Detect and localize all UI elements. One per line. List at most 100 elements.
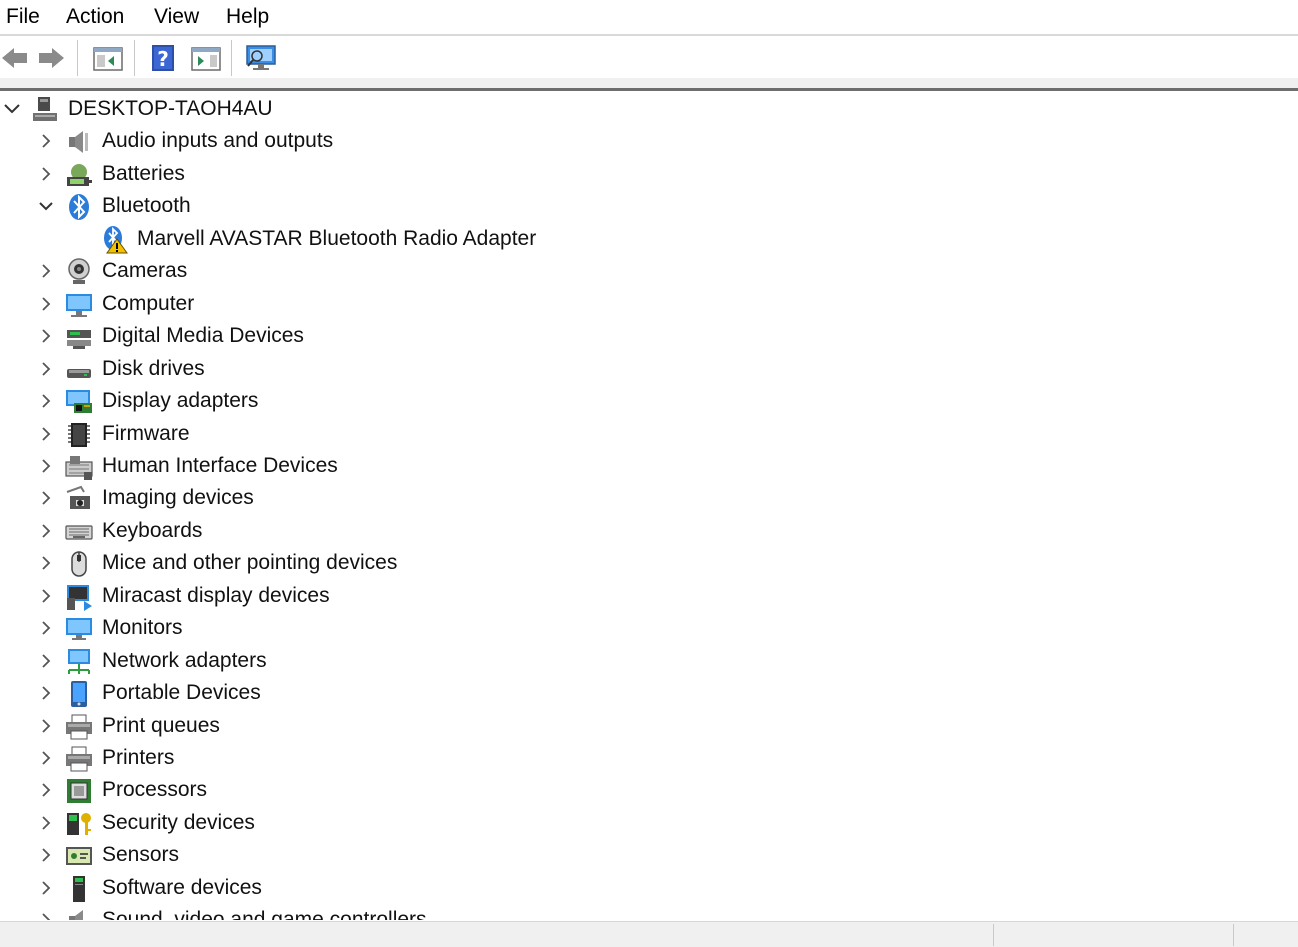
chevron-right-icon[interactable] [36, 424, 56, 444]
tree-category-sound-video-and-game-controllers[interactable]: Sound, video and game controllers [0, 904, 1298, 920]
tree-category-display-adapters[interactable]: Display adapters [0, 385, 1298, 417]
chevron-right-icon[interactable] [36, 261, 56, 281]
tree-category-label: Firmware [102, 422, 190, 445]
tree-category-label: Portable Devices [102, 681, 261, 704]
chevron-right-icon[interactable] [36, 586, 56, 606]
chevron-right-icon[interactable] [36, 683, 56, 703]
media-device-icon [64, 322, 94, 352]
tree-category-label: Display adapters [102, 389, 259, 412]
print-queue-icon [64, 712, 94, 742]
forward-icon[interactable] [36, 42, 68, 74]
chevron-right-icon[interactable] [36, 294, 56, 314]
miracast-icon [64, 582, 94, 612]
tree-category-imaging-devices[interactable]: Imaging devices [0, 482, 1298, 514]
tree-category-digital-media-devices[interactable]: Digital Media Devices [0, 320, 1298, 352]
tree-category-audio-inputs-and-outputs[interactable]: Audio inputs and outputs [0, 125, 1298, 157]
tree-category-label: Software devices [102, 876, 262, 899]
tree-category-label: Imaging devices [102, 486, 254, 509]
toolbar: ? [0, 36, 1298, 78]
chevron-right-icon[interactable] [36, 618, 56, 638]
tree-category-keyboards[interactable]: Keyboards [0, 515, 1298, 547]
tree-category-cameras[interactable]: Cameras [0, 255, 1298, 287]
hid-icon [64, 452, 94, 482]
tree-category-software-devices[interactable]: Software devices [0, 872, 1298, 904]
chevron-right-icon[interactable] [36, 910, 56, 920]
tree-category-disk-drives[interactable]: Disk drives [0, 353, 1298, 385]
tree-category-miracast-display-devices[interactable]: Miracast display devices [0, 580, 1298, 612]
tree-category-network-adapters[interactable]: Network adapters [0, 645, 1298, 677]
menu-action[interactable]: Action [66, 4, 124, 30]
tree-category-printers[interactable]: Printers [0, 742, 1298, 774]
tree-category-label: Monitors [102, 616, 183, 639]
tree-category-label: Bluetooth [102, 194, 191, 217]
chevron-down-icon[interactable] [36, 196, 56, 216]
chevron-right-icon[interactable] [36, 359, 56, 379]
scan-hardware-icon[interactable] [244, 42, 276, 74]
sound-controller-icon [64, 906, 94, 920]
tree-category-label: Processors [102, 778, 208, 801]
tree-category-human-interface-devices[interactable]: Human Interface Devices [0, 450, 1298, 482]
tree-category-label: Disk drives [102, 357, 205, 380]
chevron-right-icon[interactable] [36, 780, 56, 800]
tree-device-label: Marvell AVASTAR Bluetooth Radio Adapter [137, 227, 537, 250]
chevron-right-icon[interactable] [36, 878, 56, 898]
processor-icon [64, 776, 94, 806]
chevron-right-icon[interactable] [36, 488, 56, 508]
tree-category-label: Network adapters [102, 649, 267, 672]
toolbar-separator [77, 40, 78, 76]
sensor-icon [64, 841, 94, 871]
tree-category-batteries[interactable]: Batteries [0, 158, 1298, 190]
back-icon[interactable] [0, 42, 32, 74]
device-tree: DESKTOP-TAOH4AU Audio inputs and outputs… [0, 92, 1298, 920]
tree-category-monitors[interactable]: Monitors [0, 612, 1298, 644]
tree-device-bluetooth-adapter[interactable]: Marvell AVASTAR Bluetooth Radio Adapter [0, 223, 1298, 255]
chevron-right-icon[interactable] [36, 716, 56, 736]
speaker-icon [64, 127, 94, 157]
chevron-right-icon[interactable] [36, 748, 56, 768]
tree-category-label: Mice and other pointing devices [102, 551, 398, 574]
menu-file[interactable]: File [6, 4, 40, 30]
chevron-right-icon[interactable] [36, 521, 56, 541]
chevron-right-icon[interactable] [36, 164, 56, 184]
tree-category-sensors[interactable]: Sensors [0, 839, 1298, 871]
tree-category-firmware[interactable]: Firmware [0, 418, 1298, 450]
status-bar-separator [993, 924, 994, 946]
status-bar-separator [1233, 924, 1234, 946]
mouse-icon [64, 549, 94, 579]
chevron-down-icon[interactable] [2, 99, 22, 119]
tree-category-security-devices[interactable]: Security devices [0, 807, 1298, 839]
tree-category-mice-and-other-pointing-devices[interactable]: Mice and other pointing devices [0, 547, 1298, 579]
chevron-right-icon[interactable] [36, 131, 56, 151]
printer-icon [64, 744, 94, 774]
tree-category-processors[interactable]: Processors [0, 774, 1298, 806]
chevron-right-icon[interactable] [36, 813, 56, 833]
chevron-right-icon[interactable] [36, 391, 56, 411]
chevron-right-icon[interactable] [36, 456, 56, 476]
camera-icon [64, 257, 94, 287]
toolbar-bottom-band [0, 78, 1298, 88]
tree-root[interactable]: DESKTOP-TAOH4AU [0, 93, 1298, 125]
tree-category-label: Printers [102, 746, 175, 769]
tree-category-label: Audio inputs and outputs [102, 129, 334, 152]
menu-view[interactable]: View [154, 4, 199, 30]
security-icon [64, 809, 94, 839]
chevron-right-icon[interactable] [36, 845, 56, 865]
chevron-right-icon[interactable] [36, 326, 56, 346]
status-bar [0, 921, 1298, 947]
help-icon[interactable]: ? [148, 42, 180, 74]
network-icon [64, 647, 94, 677]
chevron-right-icon[interactable] [36, 553, 56, 573]
tree-category-print-queues[interactable]: Print queues [0, 710, 1298, 742]
bluetooth-warning-icon [100, 225, 130, 255]
show-action-pane-icon[interactable] [190, 42, 222, 74]
menu-help[interactable]: Help [226, 4, 269, 30]
tree-category-bluetooth[interactable]: Bluetooth [0, 190, 1298, 222]
battery-icon [64, 160, 94, 190]
tree-category-portable-devices[interactable]: Portable Devices [0, 677, 1298, 709]
show-hide-console-tree-icon[interactable] [92, 42, 124, 74]
disk-drive-icon [64, 355, 94, 385]
tree-category-computer[interactable]: Computer [0, 288, 1298, 320]
chevron-right-icon[interactable] [36, 651, 56, 671]
computer-root-icon [30, 95, 60, 125]
svg-text:?: ? [157, 47, 169, 71]
